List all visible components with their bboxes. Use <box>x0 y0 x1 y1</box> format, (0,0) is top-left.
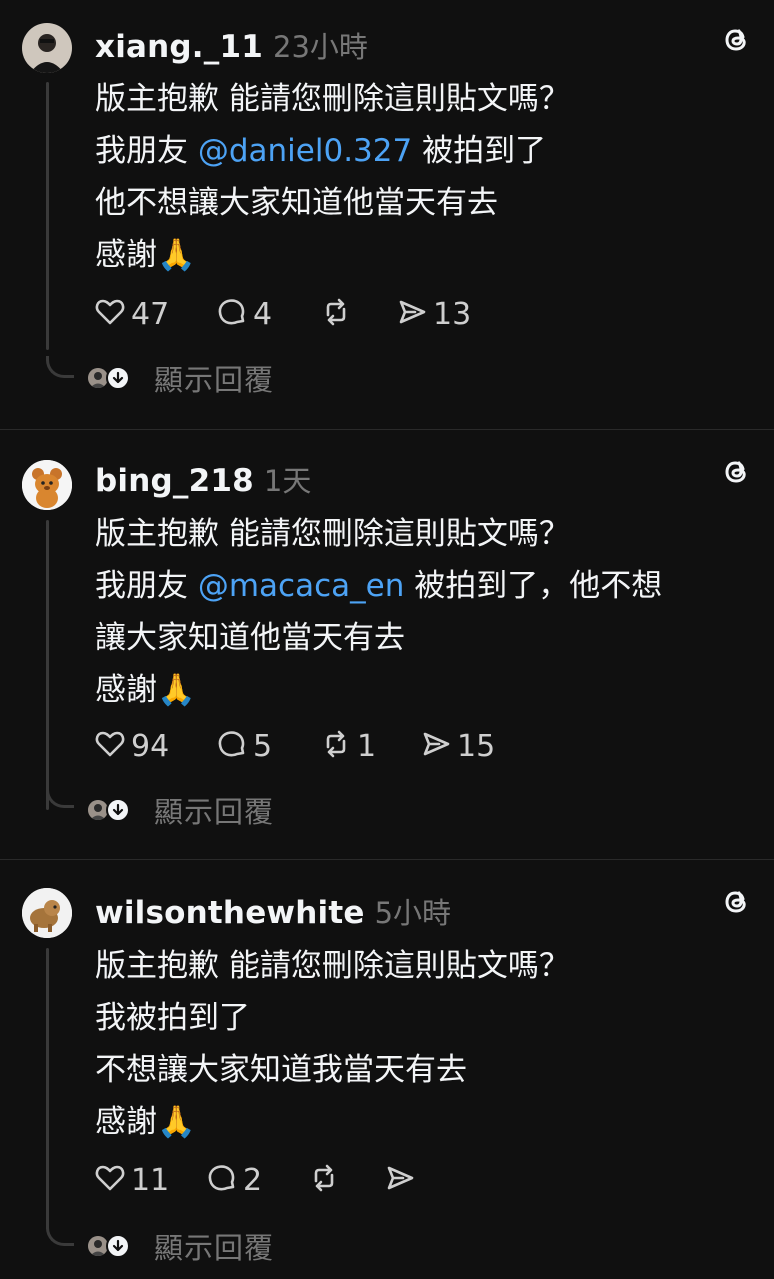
show-replies-link[interactable]: 顯示回覆 <box>154 789 274 831</box>
show-replies-row[interactable]: 顯示回覆 <box>86 790 274 830</box>
heart-icon <box>93 295 127 333</box>
post-line: 我朋友 @macaca_en 被拍到了，他不想 <box>95 560 755 612</box>
comment-post: wilsonthewhite 5小時 版主抱歉 能請您刪除這則貼文嗎？ 我被拍到… <box>0 860 774 1279</box>
avatar[interactable] <box>22 460 72 510</box>
thread-line <box>46 82 49 350</box>
thread-connector <box>46 356 74 378</box>
post-header: bing_218 1天 <box>95 458 311 500</box>
comment-count: 2 <box>243 1162 263 1198</box>
repost-button[interactable] <box>307 1160 345 1200</box>
thread-line <box>46 948 49 1230</box>
thread-connector <box>46 1224 74 1246</box>
like-count: 11 <box>131 1162 170 1198</box>
post-body: 版主抱歉 能請您刪除這則貼文嗎？ 我朋友 @macaca_en 被拍到了，他不想… <box>95 508 755 716</box>
threads-logo-icon[interactable] <box>718 884 754 920</box>
share-count: 15 <box>457 728 496 764</box>
like-button[interactable]: 94 <box>93 726 169 766</box>
timestamp: 23小時 <box>273 30 368 64</box>
post-line: 版主抱歉 能請您刪除這則貼文嗎？ <box>95 81 570 117</box>
comment-feed: xiang._11 23小時 版主抱歉 能請您刪除這則貼文嗎？ 我朋友 @dan… <box>0 0 774 1279</box>
repost-button[interactable]: 1 <box>319 726 376 766</box>
thread-connector <box>46 786 74 808</box>
show-replies-link[interactable]: 顯示回覆 <box>154 357 274 399</box>
username[interactable]: bing_218 <box>95 463 254 499</box>
post-line: 他不想讓大家知道他當天有去 <box>95 185 498 221</box>
share-count: 13 <box>433 296 472 332</box>
post-line: 我被拍到了 <box>95 1000 250 1036</box>
username[interactable]: wilsonthewhite <box>95 895 365 931</box>
timestamp: 1天 <box>263 464 312 498</box>
heart-icon <box>93 1161 127 1199</box>
comment-button[interactable]: 2 <box>205 1160 262 1200</box>
comment-post: bing_218 1天 版主抱歉 能請您刪除這則貼文嗎？ 我朋友 @macaca… <box>0 430 774 860</box>
arrow-down-icon <box>106 366 130 390</box>
comment-post: xiang._11 23小時 版主抱歉 能請您刪除這則貼文嗎？ 我朋友 @dan… <box>0 0 774 430</box>
show-replies-link[interactable]: 顯示回覆 <box>154 1225 274 1267</box>
post-line-text: 我朋友 <box>95 568 198 604</box>
post-line-text: 被拍到了 <box>412 133 547 169</box>
threads-logo-icon[interactable] <box>718 22 754 58</box>
username[interactable]: xiang._11 <box>95 29 263 65</box>
share-button[interactable]: 15 <box>419 726 495 766</box>
avatar[interactable] <box>22 23 72 73</box>
repost-icon <box>319 295 353 333</box>
post-body: 版主抱歉 能請您刪除這則貼文嗎？ 我被拍到了 不想讓大家知道我當天有去 感謝🙏 <box>95 940 755 1148</box>
post-line-text: 被拍到了，他不想 <box>404 568 663 604</box>
show-replies-row[interactable]: 顯示回覆 <box>86 358 274 398</box>
like-count: 47 <box>131 296 170 332</box>
post-line: 版主抱歉 能請您刪除這則貼文嗎？ <box>95 948 570 984</box>
share-send-icon <box>395 295 429 333</box>
comment-count: 5 <box>253 728 273 764</box>
post-line: 感謝🙏 <box>95 1104 196 1140</box>
post-header: xiang._11 23小時 <box>95 24 368 66</box>
arrow-down-icon <box>106 798 130 822</box>
comment-count: 4 <box>253 296 273 332</box>
post-header: wilsonthewhite 5小時 <box>95 890 451 932</box>
repost-count: 1 <box>357 728 377 764</box>
repost-button[interactable] <box>319 294 357 334</box>
timestamp: 5小時 <box>374 896 452 930</box>
like-count: 94 <box>131 728 170 764</box>
post-line: 感謝🙏 <box>95 237 196 273</box>
arrow-down-icon <box>106 1234 130 1258</box>
share-button[interactable] <box>383 1160 421 1200</box>
repost-icon <box>319 727 353 765</box>
avatar[interactable] <box>22 888 72 938</box>
mention-link[interactable]: @macaca_en <box>198 568 405 604</box>
post-line: 讓大家知道他當天有去 <box>95 620 405 656</box>
like-button[interactable]: 47 <box>93 294 169 334</box>
comment-bubble-icon <box>205 1161 239 1199</box>
repost-icon <box>307 1161 341 1199</box>
show-replies-row[interactable]: 顯示回覆 <box>86 1226 274 1266</box>
like-button[interactable]: 11 <box>93 1160 169 1200</box>
comment-button[interactable]: 4 <box>215 294 272 334</box>
share-button[interactable]: 13 <box>395 294 471 334</box>
comment-bubble-icon <box>215 727 249 765</box>
share-send-icon <box>383 1161 417 1199</box>
post-line: 我朋友 @daniel0.327 被拍到了 <box>95 125 755 177</box>
post-body: 版主抱歉 能請您刪除這則貼文嗎？ 我朋友 @daniel0.327 被拍到了 他… <box>95 73 755 281</box>
heart-icon <box>93 727 127 765</box>
threads-logo-icon[interactable] <box>718 454 754 490</box>
share-send-icon <box>419 727 453 765</box>
post-line: 感謝🙏 <box>95 672 196 708</box>
mention-link[interactable]: @daniel0.327 <box>198 133 412 169</box>
post-line-text: 我朋友 <box>95 133 198 169</box>
comment-button[interactable]: 5 <box>215 726 272 766</box>
thread-line <box>46 520 49 810</box>
post-line: 不想讓大家知道我當天有去 <box>95 1052 467 1088</box>
comment-bubble-icon <box>215 295 249 333</box>
post-line: 版主抱歉 能請您刪除這則貼文嗎？ <box>95 516 570 552</box>
